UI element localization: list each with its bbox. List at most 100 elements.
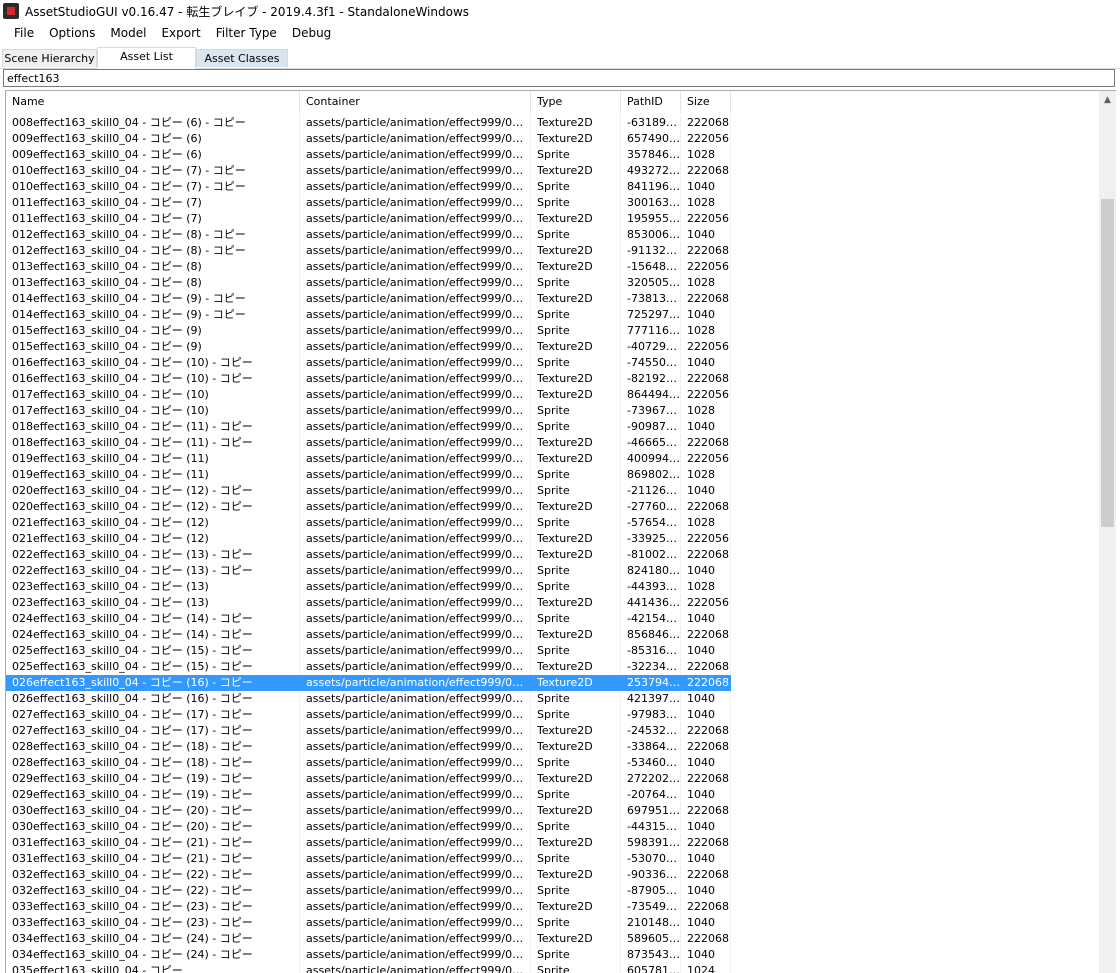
table-row[interactable]: 025effect163_skill0_04 - コピー (15) - コピー a…	[6, 643, 1099, 659]
menu-file[interactable]: File	[0, 22, 42, 44]
cell-container: assets/particle/animation/effect999/022.…	[300, 563, 531, 579]
cell-container: assets/particle/animation/effect999/028.…	[300, 739, 531, 755]
cell-type: Texture2D	[531, 243, 621, 259]
column-header-name[interactable]: Name	[6, 91, 300, 113]
table-row[interactable]: 027effect163_skill0_04 - コピー (17) - コピー a…	[6, 723, 1099, 739]
cell-type: Sprite	[531, 227, 621, 243]
table-row[interactable]: 013effect163_skill0_04 - コピー (8) assets/p…	[6, 259, 1099, 275]
cell-container: assets/particle/animation/effect999/020.…	[300, 483, 531, 499]
table-row[interactable]: 034effect163_skill0_04 - コピー (24) - コピー a…	[6, 947, 1099, 963]
table-row[interactable]: 033effect163_skill0_04 - コピー (23) - コピー a…	[6, 915, 1099, 931]
asset-list-view[interactable]: Name Container Type PathID Size 008effec…	[5, 90, 1116, 973]
menu-bar: File Options Model Export Filter Type De…	[0, 22, 1120, 44]
cell-name: 025effect163_skill0_04 - コピー (15) - コピー	[6, 659, 300, 675]
cell-pathid: 8735432...	[621, 947, 681, 963]
table-row[interactable]: 016effect163_skill0_04 - コピー (10) - コピー a…	[6, 371, 1099, 387]
table-row[interactable]: 017effect163_skill0_04 - コピー (10) assets/…	[6, 403, 1099, 419]
filter-input[interactable]	[3, 69, 1115, 87]
table-row[interactable]: 030effect163_skill0_04 - コピー (20) - コピー a…	[6, 819, 1099, 835]
column-header-type[interactable]: Type	[531, 91, 621, 113]
menu-export[interactable]: Export	[154, 22, 208, 44]
cell-pathid: 8568467...	[621, 627, 681, 643]
tab-asset-classes[interactable]: Asset Classes	[196, 49, 288, 67]
table-row[interactable]: 025effect163_skill0_04 - コピー (15) - コピー a…	[6, 659, 1099, 675]
menu-debug[interactable]: Debug	[285, 22, 339, 44]
cell-container: assets/particle/animation/effect999/011.…	[300, 211, 531, 227]
table-row[interactable]: 008effect163_skill0_04 - コピー (6) - コピー as…	[6, 115, 1099, 131]
column-header-size[interactable]: Size	[681, 91, 731, 113]
table-row[interactable]: 022effect163_skill0_04 - コピー (13) - コピー a…	[6, 563, 1099, 579]
table-row[interactable]: 020effect163_skill0_04 - コピー (12) - コピー a…	[6, 499, 1099, 515]
scroll-thumb[interactable]	[1101, 199, 1114, 527]
table-row[interactable]: 019effect163_skill0_04 - コピー (11) assets/…	[6, 451, 1099, 467]
table-row[interactable]: 009effect163_skill0_04 - コピー (6) assets/p…	[6, 131, 1099, 147]
table-row[interactable]: 023effect163_skill0_04 - コピー (13) assets/…	[6, 595, 1099, 611]
cell-pathid: -211268...	[621, 483, 681, 499]
table-row[interactable]: 034effect163_skill0_04 - コピー (24) - コピー a…	[6, 931, 1099, 947]
table-row[interactable]: 020effect163_skill0_04 - コピー (12) - コピー a…	[6, 483, 1099, 499]
tab-scene-hierarchy[interactable]: Scene Hierarchy	[2, 49, 97, 67]
table-row[interactable]: 013effect163_skill0_04 - コピー (8) assets/p…	[6, 275, 1099, 291]
table-row[interactable]: 028effect163_skill0_04 - コピー (18) - コピー a…	[6, 739, 1099, 755]
menu-options[interactable]: Options	[42, 22, 103, 44]
vertical-scrollbar[interactable]: ▲	[1099, 91, 1116, 973]
table-row[interactable]: 029effect163_skill0_04 - コピー (19) - コピー a…	[6, 787, 1099, 803]
cell-pathid: -407299...	[621, 339, 681, 355]
table-row[interactable]: 032effect163_skill0_04 - コピー (22) - コピー a…	[6, 883, 1099, 899]
table-row[interactable]: 015effect163_skill0_04 - コピー (9) assets/p…	[6, 323, 1099, 339]
cell-pathid: 3205050...	[621, 275, 681, 291]
table-row[interactable]: 015effect163_skill0_04 - コピー (9) assets/p…	[6, 339, 1099, 355]
cell-container: assets/particle/animation/effect999/021.…	[300, 515, 531, 531]
cell-container: assets/particle/animation/effect999/009.…	[300, 147, 531, 163]
table-row[interactable]: 022effect163_skill0_04 - コピー (13) - コピー a…	[6, 547, 1099, 563]
table-row[interactable]: 016effect163_skill0_04 - コピー (10) - コピー a…	[6, 355, 1099, 371]
cell-pathid: 1959554...	[621, 211, 681, 227]
table-row[interactable]: 029effect163_skill0_04 - コピー (19) - コピー a…	[6, 771, 1099, 787]
cell-type: Sprite	[531, 179, 621, 195]
table-row[interactable]: 021effect163_skill0_04 - コピー (12) assets/…	[6, 531, 1099, 547]
menu-model[interactable]: Model	[103, 22, 154, 44]
table-row[interactable]: 028effect163_skill0_04 - コピー (18) - コピー a…	[6, 755, 1099, 771]
table-row[interactable]: 011effect163_skill0_04 - コピー (7) assets/p…	[6, 211, 1099, 227]
table-row[interactable]: 021effect163_skill0_04 - コピー (12) assets/…	[6, 515, 1099, 531]
table-row[interactable]: 027effect163_skill0_04 - コピー (17) - コピー a…	[6, 707, 1099, 723]
table-row[interactable]: 014effect163_skill0_04 - コピー (9) - コピー as…	[6, 307, 1099, 323]
cell-type: Texture2D	[531, 659, 621, 675]
table-row[interactable]: 014effect163_skill0_04 - コピー (9) - コピー as…	[6, 291, 1099, 307]
cell-type: Texture2D	[531, 259, 621, 275]
table-row[interactable]: 019effect163_skill0_04 - コピー (11) assets/…	[6, 467, 1099, 483]
chevron-up-icon[interactable]: ▲	[1099, 91, 1116, 108]
table-row[interactable]: 018effect163_skill0_04 - コピー (11) - コピー a…	[6, 419, 1099, 435]
cell-pathid: -322340...	[621, 659, 681, 675]
table-row[interactable]: 031effect163_skill0_04 - コピー (21) - コピー a…	[6, 835, 1099, 851]
table-row[interactable]: 010effect163_skill0_04 - コピー (7) - コピー as…	[6, 163, 1099, 179]
cell-pathid: 5983918...	[621, 835, 681, 851]
table-row[interactable]: 033effect163_skill0_04 - コピー (23) - コピー a…	[6, 899, 1099, 915]
table-row[interactable]: 024effect163_skill0_04 - コピー (14) - コピー a…	[6, 611, 1099, 627]
cell-container: assets/particle/animation/effect999/034.…	[300, 931, 531, 947]
cell-pathid: -745500...	[621, 355, 681, 371]
table-row[interactable]: 012effect163_skill0_04 - コピー (8) - コピー as…	[6, 243, 1099, 259]
table-row[interactable]: 026effect163_skill0_04 - コピー (16) - コピー a…	[6, 691, 1099, 707]
table-row[interactable]: 010effect163_skill0_04 - コピー (7) - コピー as…	[6, 179, 1099, 195]
cell-pathid: 8411961...	[621, 179, 681, 195]
table-row[interactable]: 023effect163_skill0_04 - コピー (13) assets/…	[6, 579, 1099, 595]
table-row[interactable]: 012effect163_skill0_04 - コピー (8) - コピー as…	[6, 227, 1099, 243]
cell-container: assets/particle/animation/effect999/020.…	[300, 499, 531, 515]
table-row[interactable]: 018effect163_skill0_04 - コピー (11) - コピー a…	[6, 435, 1099, 451]
column-header-pathid[interactable]: PathID	[621, 91, 681, 113]
table-row[interactable]: 030effect163_skill0_04 - コピー (20) - コピー a…	[6, 803, 1099, 819]
tab-asset-list[interactable]: Asset List	[97, 47, 196, 69]
table-row[interactable]: 026effect163_skill0_04 - コピー (16) - コピー a…	[6, 675, 731, 691]
column-header-container[interactable]: Container	[300, 91, 531, 113]
cell-name: 023effect163_skill0_04 - コピー (13)	[6, 595, 300, 611]
table-row[interactable]: 024effect163_skill0_04 - コピー (14) - コピー a…	[6, 627, 1099, 643]
table-row[interactable]: 011effect163_skill0_04 - コピー (7) assets/p…	[6, 195, 1099, 211]
table-row[interactable]: 017effect163_skill0_04 - コピー (10) assets/…	[6, 387, 1099, 403]
cell-size: 222056	[681, 211, 731, 227]
menu-filter-type[interactable]: Filter Type	[209, 22, 285, 44]
table-row[interactable]: 032effect163_skill0_04 - コピー (22) - コピー a…	[6, 867, 1099, 883]
table-row[interactable]: 031effect163_skill0_04 - コピー (21) - コピー a…	[6, 851, 1099, 867]
cell-type: Sprite	[531, 883, 621, 899]
table-row[interactable]: 009effect163_skill0_04 - コピー (6) assets/p…	[6, 147, 1099, 163]
